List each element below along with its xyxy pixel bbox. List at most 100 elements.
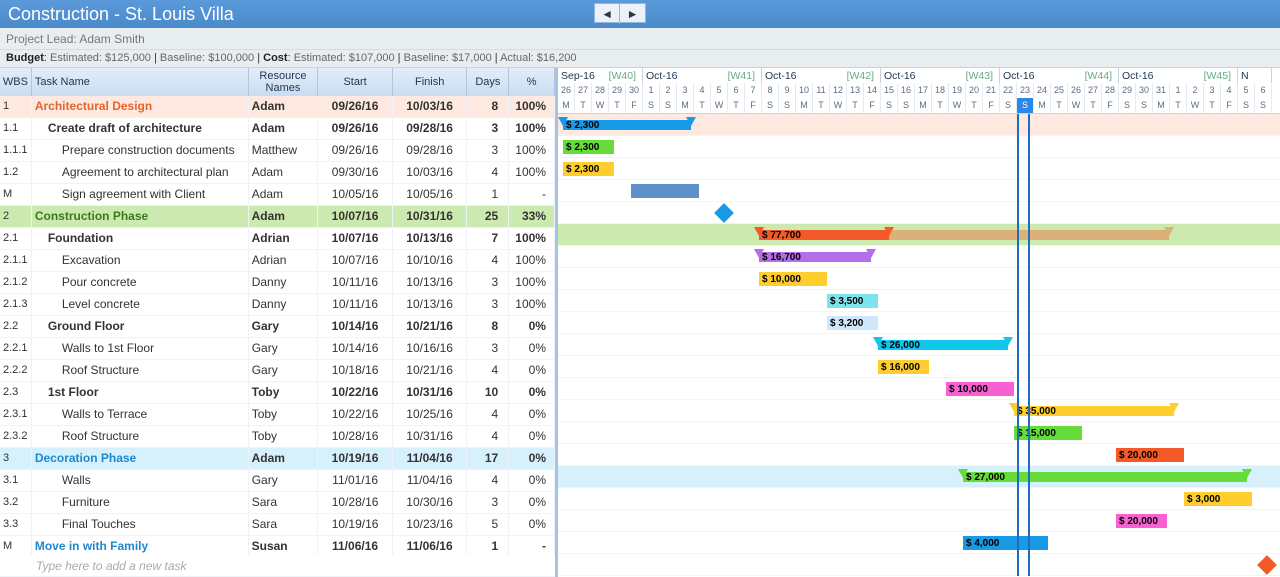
cell-finish[interactable]: 10/13/16 xyxy=(393,294,468,315)
cell-finish[interactable]: 11/04/16 xyxy=(393,448,468,469)
nav-next-button[interactable]: ► xyxy=(620,4,645,24)
gantt-row[interactable]: $ 20,000 xyxy=(558,444,1280,466)
gantt-row[interactable]: $ 10,000 xyxy=(558,268,1280,290)
cell-resource[interactable]: Sara xyxy=(249,514,319,535)
task-row[interactable]: 1.1Create draft of architectureAdam09/26… xyxy=(0,118,555,140)
cell-days[interactable]: 8 xyxy=(467,96,509,117)
col-resource[interactable]: Resource Names xyxy=(249,68,319,96)
cell-start[interactable]: 10/07/16 xyxy=(318,206,393,227)
cell-days[interactable]: 8 xyxy=(467,316,509,337)
milestone-icon[interactable] xyxy=(1257,555,1277,575)
task-row[interactable]: 3.1WallsGary11/01/1611/04/1640% xyxy=(0,470,555,492)
cell-name[interactable]: Excavation xyxy=(32,250,249,271)
gantt-row[interactable]: $ 20,000 xyxy=(558,510,1280,532)
cell-days[interactable]: 4 xyxy=(467,250,509,271)
task-row[interactable]: MSign agreement with ClientAdam10/05/161… xyxy=(0,184,555,206)
cell-finish[interactable]: 10/03/16 xyxy=(393,96,468,117)
task-bar[interactable]: $ 10,000 xyxy=(946,382,1014,396)
cell-percent[interactable]: 0% xyxy=(509,360,555,381)
cell-finish[interactable]: 10/13/16 xyxy=(393,228,468,249)
cell-percent[interactable]: 0% xyxy=(509,448,555,469)
cell-resource[interactable]: Gary xyxy=(249,338,319,359)
cell-finish[interactable]: 10/05/16 xyxy=(393,184,468,205)
cell-start[interactable]: 10/07/16 xyxy=(318,250,393,271)
cell-days[interactable]: 3 xyxy=(467,272,509,293)
gantt-row[interactable]: $ 2,300 xyxy=(558,136,1280,158)
cell-days[interactable]: 3 xyxy=(467,492,509,513)
gantt-row[interactable]: $ 15,000 xyxy=(558,422,1280,444)
cell-name[interactable]: Architectural Design xyxy=(32,96,249,117)
cell-name[interactable]: Create draft of architecture xyxy=(32,118,249,139)
col-task-name[interactable]: Task Name xyxy=(32,68,249,96)
gantt-row[interactable]: $ 10,000 xyxy=(558,378,1280,400)
cell-finish[interactable]: 10/25/16 xyxy=(393,404,468,425)
cell-name[interactable]: Sign agreement with Client xyxy=(32,184,249,205)
cell-days[interactable]: 1 xyxy=(467,536,509,555)
cell-start[interactable]: 10/07/16 xyxy=(318,228,393,249)
col-wbs[interactable]: WBS xyxy=(0,68,32,96)
gantt-row[interactable] xyxy=(558,180,1280,202)
task-bar[interactable]: $ 20,000 xyxy=(1116,448,1184,462)
cell-resource[interactable]: Adrian xyxy=(249,250,319,271)
cell-days[interactable]: 25 xyxy=(467,206,509,227)
cell-start[interactable]: 10/18/16 xyxy=(318,360,393,381)
cell-start[interactable]: 10/22/16 xyxy=(318,404,393,425)
cell-resource[interactable]: Adam xyxy=(249,96,319,117)
cell-percent[interactable]: 100% xyxy=(509,118,555,139)
cell-start[interactable]: 10/11/16 xyxy=(318,294,393,315)
task-row[interactable]: 1Architectural DesignAdam09/26/1610/03/1… xyxy=(0,96,555,118)
cell-resource[interactable]: Adam xyxy=(249,206,319,227)
cell-name[interactable]: Furniture xyxy=(32,492,249,513)
cell-finish[interactable]: 10/13/16 xyxy=(393,272,468,293)
cell-start[interactable]: 10/14/16 xyxy=(318,338,393,359)
cell-name[interactable]: Agreement to architectural plan xyxy=(32,162,249,183)
cell-start[interactable]: 09/26/16 xyxy=(318,96,393,117)
cell-days[interactable]: 1 xyxy=(467,184,509,205)
cell-name[interactable]: Roof Structure xyxy=(32,360,249,381)
cell-percent[interactable]: 0% xyxy=(509,404,555,425)
cell-finish[interactable]: 10/23/16 xyxy=(393,514,468,535)
task-row[interactable]: 2.2Ground FloorGary10/14/1610/21/1680% xyxy=(0,316,555,338)
cell-name[interactable]: Pour concrete xyxy=(32,272,249,293)
cell-percent[interactable]: - xyxy=(509,184,555,205)
cell-percent[interactable]: 0% xyxy=(509,492,555,513)
col-days[interactable]: Days xyxy=(467,68,509,96)
gantt-row[interactable]: $ 3,200 xyxy=(558,312,1280,334)
cell-percent[interactable]: 100% xyxy=(509,96,555,117)
cell-days[interactable]: 4 xyxy=(467,360,509,381)
task-bar[interactable]: $ 4,000 xyxy=(963,536,1048,550)
cell-days[interactable]: 3 xyxy=(467,338,509,359)
cell-resource[interactable]: Adam xyxy=(249,448,319,469)
task-bar[interactable]: $ 3,500 xyxy=(827,294,878,308)
cell-finish[interactable]: 10/31/16 xyxy=(393,382,468,403)
cell-days[interactable]: 4 xyxy=(467,426,509,447)
task-row[interactable]: 2.3.2Roof StructureToby10/28/1610/31/164… xyxy=(0,426,555,448)
task-row[interactable]: 3.3Final TouchesSara10/19/1610/23/1650% xyxy=(0,514,555,536)
cell-percent[interactable]: 0% xyxy=(509,470,555,491)
cell-start[interactable]: 09/26/16 xyxy=(318,140,393,161)
summary-bar[interactable]: $ 35,000 xyxy=(1014,406,1174,416)
task-bar[interactable] xyxy=(631,184,699,198)
col-finish[interactable]: Finish xyxy=(393,68,468,96)
cell-start[interactable]: 10/05/16 xyxy=(318,184,393,205)
task-row[interactable]: 2.1FoundationAdrian10/07/1610/13/167100% xyxy=(0,228,555,250)
cell-name[interactable]: Level concrete xyxy=(32,294,249,315)
gantt-row[interactable]: $ 3,500 xyxy=(558,290,1280,312)
cell-name[interactable]: Walls to 1st Floor xyxy=(32,338,249,359)
task-bar[interactable]: $ 3,000 xyxy=(1184,492,1252,506)
task-bar[interactable]: $ 10,000 xyxy=(759,272,827,286)
cell-percent[interactable]: 0% xyxy=(509,382,555,403)
cell-name[interactable]: Foundation xyxy=(32,228,249,249)
summary-bar[interactable]: $ 77,700 xyxy=(759,230,889,240)
cell-name[interactable]: Walls to Terrace xyxy=(32,404,249,425)
cell-days[interactable]: 3 xyxy=(467,294,509,315)
cell-days[interactable]: 3 xyxy=(467,118,509,139)
cell-name[interactable]: Construction Phase xyxy=(32,206,249,227)
gantt-row[interactable]: $ 4,000 xyxy=(558,532,1280,554)
cell-start[interactable]: 10/11/16 xyxy=(318,272,393,293)
cell-days[interactable]: 4 xyxy=(467,162,509,183)
cell-finish[interactable]: 10/30/16 xyxy=(393,492,468,513)
cell-resource[interactable]: Danny xyxy=(249,294,319,315)
cell-percent[interactable]: - xyxy=(509,536,555,555)
cell-name[interactable]: Roof Structure xyxy=(32,426,249,447)
